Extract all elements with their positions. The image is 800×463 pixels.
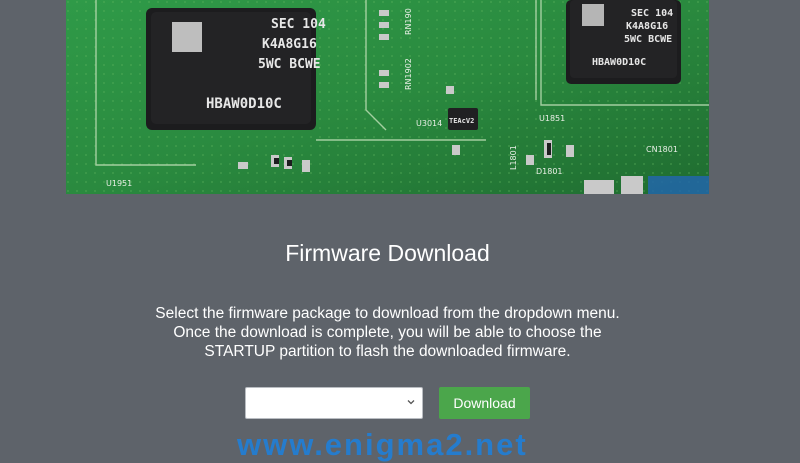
download-controls: Download (245, 387, 530, 419)
silk-cn1801: CN1801 (646, 145, 678, 154)
silk-d1801: D1801 (536, 167, 563, 176)
chip-right-bottom: HBAW0D10C (592, 57, 646, 68)
chip-left-bottom: HBAW0D10C (206, 96, 282, 112)
silk-u3014: U3014 (416, 119, 442, 128)
silk-u1851: U1851 (539, 114, 565, 123)
chip-right-line-1: SEC 104 (631, 8, 673, 19)
chip-right-line-2: K4A8G16 (626, 21, 668, 32)
silk-u1951: U1951 (106, 179, 132, 188)
silk-rn190: RN190 (404, 8, 413, 35)
memory-chip-right: SEC 104 K4A8G16 5WC BCWE HBAW0D10C (566, 0, 681, 84)
memory-chip-left: SEC 104 K4A8G16 5WC BCWE HBAW0D10C (146, 8, 326, 130)
silk-rn1902: RN1902 (404, 58, 413, 90)
chevron-down-icon (407, 400, 415, 405)
silk-l1801: L1801 (509, 145, 518, 170)
small-chip: TEAcV2 (448, 108, 478, 130)
chip-left-line-1: SEC 104 (271, 17, 326, 32)
chip-left-line-3: 5WC BCWE (258, 57, 321, 72)
instructions-text: Select the firmware package to download … (155, 305, 620, 360)
firmware-package-select[interactable] (245, 387, 423, 419)
hero-image: SEC 104 K4A8G16 5WC BCWE HBAW0D10C SEC 1… (66, 0, 709, 194)
chip-right-line-3: 5WC BCWE (624, 34, 672, 45)
watermark-text: www.enigma2.net (237, 427, 528, 462)
small-chip-label: TEAcV2 (449, 117, 474, 125)
chip-left-line-2: K4A8G16 (262, 37, 317, 52)
page-title: Firmware Download (285, 240, 490, 266)
download-button[interactable]: Download (439, 387, 530, 419)
